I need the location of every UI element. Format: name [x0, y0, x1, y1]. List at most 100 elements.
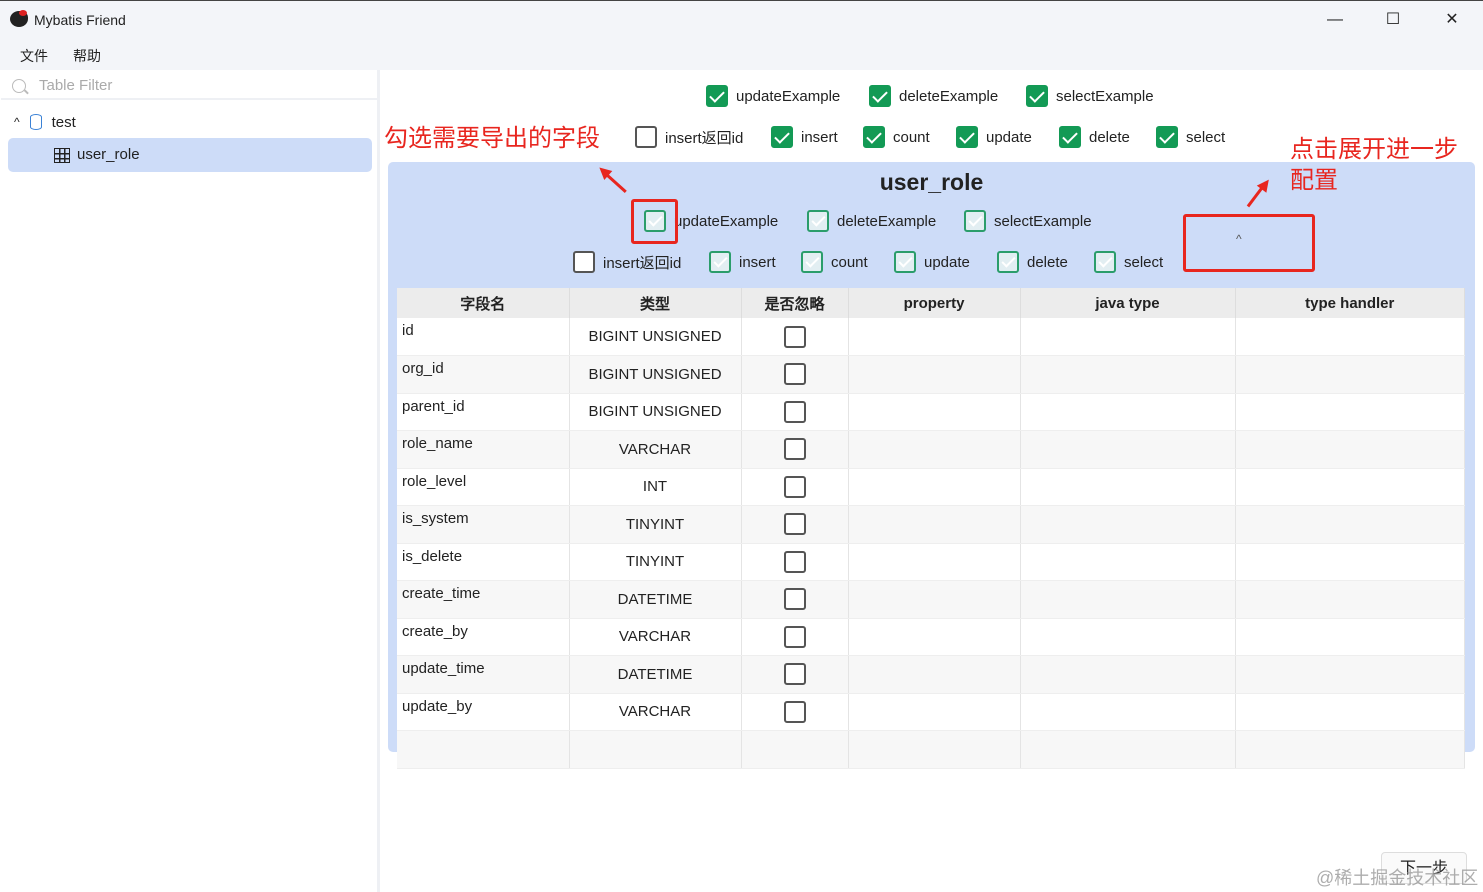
checkbox-option[interactable]: deleteExample: [869, 85, 998, 107]
checkbox-checked-icon[interactable]: [997, 251, 1019, 273]
property-cell[interactable]: [848, 393, 1021, 431]
java-type-cell[interactable]: [1020, 543, 1236, 581]
checkbox-checked-icon[interactable]: [894, 251, 916, 273]
table-filter-input[interactable]: Table Filter: [1, 72, 377, 100]
property-cell[interactable]: [848, 543, 1021, 581]
type-handler-cell[interactable]: [1235, 505, 1465, 544]
ignore-checkbox[interactable]: [783, 325, 806, 348]
java-type-cell[interactable]: [1020, 618, 1236, 656]
checkbox-option[interactable]: insert返回id: [573, 251, 681, 273]
checkbox-unchecked-icon[interactable]: [573, 251, 595, 273]
checkbox-option[interactable]: selectExample: [964, 210, 1092, 232]
java-type-cell[interactable]: [1020, 655, 1236, 694]
chevron-up-icon[interactable]: ^: [14, 115, 20, 129]
checkbox-option[interactable]: insert: [709, 251, 776, 273]
field-name: org_id: [397, 355, 570, 394]
property-cell[interactable]: [848, 318, 1021, 356]
minimize-button[interactable]: —: [1315, 7, 1355, 33]
maximize-button[interactable]: ☐: [1373, 7, 1413, 33]
checkbox-checked-icon[interactable]: [807, 210, 829, 232]
column-header[interactable]: type handler: [1235, 288, 1465, 318]
ignore-checkbox[interactable]: [783, 588, 806, 611]
property-cell[interactable]: [848, 430, 1021, 469]
java-type-cell[interactable]: [1020, 505, 1236, 544]
tree-node-table[interactable]: user_role: [8, 138, 372, 172]
checkbox-option[interactable]: selectExample: [1026, 85, 1154, 107]
column-header[interactable]: 字段名: [397, 288, 570, 318]
checkbox-option[interactable]: insert返回id: [635, 126, 743, 148]
java-type-cell[interactable]: [1020, 430, 1236, 469]
java-type-cell[interactable]: [1020, 580, 1236, 619]
ignore-checkbox[interactable]: [783, 663, 806, 686]
annotation-right-2: 配置: [1290, 167, 1338, 194]
type-handler-cell[interactable]: [1235, 468, 1465, 506]
checkbox-option[interactable]: count: [863, 126, 930, 148]
checkbox-checked-icon[interactable]: [956, 126, 978, 148]
checkbox-checked-icon[interactable]: [1026, 85, 1048, 107]
checkbox-checked-icon[interactable]: [801, 251, 823, 273]
type-handler-cell[interactable]: [1235, 543, 1465, 581]
ignore-checkbox[interactable]: [783, 400, 806, 423]
checkbox-label: select: [1186, 128, 1226, 146]
java-type-cell[interactable]: [1020, 468, 1236, 506]
property-cell[interactable]: [848, 468, 1021, 506]
type-handler-cell[interactable]: [1235, 618, 1465, 656]
field-type: TINYINT: [569, 543, 742, 581]
checkbox-checked-icon[interactable]: [869, 85, 891, 107]
menu-file[interactable]: 文件: [20, 46, 48, 66]
checkbox-option[interactable]: insert: [771, 126, 838, 148]
ignore-checkbox[interactable]: [783, 700, 806, 723]
close-button[interactable]: ✕: [1432, 7, 1472, 33]
checkbox-checked-icon[interactable]: [1094, 251, 1116, 273]
checkbox-option[interactable]: delete: [997, 251, 1068, 273]
ignore-checkbox[interactable]: [783, 625, 806, 648]
property-cell[interactable]: [848, 580, 1021, 619]
java-type-cell[interactable]: [1020, 355, 1236, 394]
property-cell[interactable]: [848, 618, 1021, 656]
tree-node-db[interactable]: ^ test: [14, 110, 76, 134]
checkbox-unchecked-icon[interactable]: [635, 126, 657, 148]
ignore-checkbox[interactable]: [783, 363, 806, 386]
type-handler-cell[interactable]: [1235, 318, 1465, 356]
column-header[interactable]: 是否忽略: [741, 288, 849, 318]
database-icon: [29, 114, 42, 130]
checkbox-checked-icon[interactable]: [1156, 126, 1178, 148]
checkbox-option[interactable]: update: [956, 126, 1032, 148]
ignore-checkbox[interactable]: [783, 475, 806, 498]
column-header[interactable]: java type: [1020, 288, 1236, 318]
checkbox-option[interactable]: select: [1156, 126, 1225, 148]
checkbox-option[interactable]: delete: [1059, 126, 1130, 148]
property-cell[interactable]: [848, 693, 1021, 731]
type-handler-cell[interactable]: [1235, 430, 1465, 469]
property-cell[interactable]: [848, 655, 1021, 694]
type-handler-cell[interactable]: [1235, 393, 1465, 431]
menu-help[interactable]: 帮助: [73, 46, 101, 66]
type-handler-cell[interactable]: [1235, 655, 1465, 694]
column-header[interactable]: 类型: [569, 288, 742, 318]
checkbox-checked-icon[interactable]: [771, 126, 793, 148]
checkbox-checked-icon[interactable]: [1059, 126, 1081, 148]
checkbox-option[interactable]: updateExample: [706, 85, 840, 107]
ignore-checkbox[interactable]: [783, 438, 806, 461]
checkbox-checked-icon[interactable]: [706, 85, 728, 107]
property-cell[interactable]: [848, 355, 1021, 394]
checkbox-option[interactable]: count: [801, 251, 868, 273]
checkbox-checked-icon[interactable]: [709, 251, 731, 273]
type-handler-cell[interactable]: [1235, 580, 1465, 619]
checkbox-checked-icon[interactable]: [964, 210, 986, 232]
ignore-cell: [741, 693, 849, 731]
checkbox-option[interactable]: select: [1094, 251, 1163, 273]
property-cell[interactable]: [848, 505, 1021, 544]
java-type-cell[interactable]: [1020, 393, 1236, 431]
java-type-cell[interactable]: [1020, 693, 1236, 731]
column-header[interactable]: property: [848, 288, 1021, 318]
ignore-checkbox[interactable]: [783, 513, 806, 536]
checkbox-option[interactable]: deleteExample: [807, 210, 936, 232]
checkbox-checked-icon[interactable]: [863, 126, 885, 148]
ignore-checkbox[interactable]: [783, 550, 806, 573]
checkbox-label: selectExample: [994, 212, 1092, 230]
type-handler-cell[interactable]: [1235, 355, 1465, 394]
java-type-cell[interactable]: [1020, 318, 1236, 356]
checkbox-option[interactable]: update: [894, 251, 970, 273]
type-handler-cell[interactable]: [1235, 693, 1465, 731]
